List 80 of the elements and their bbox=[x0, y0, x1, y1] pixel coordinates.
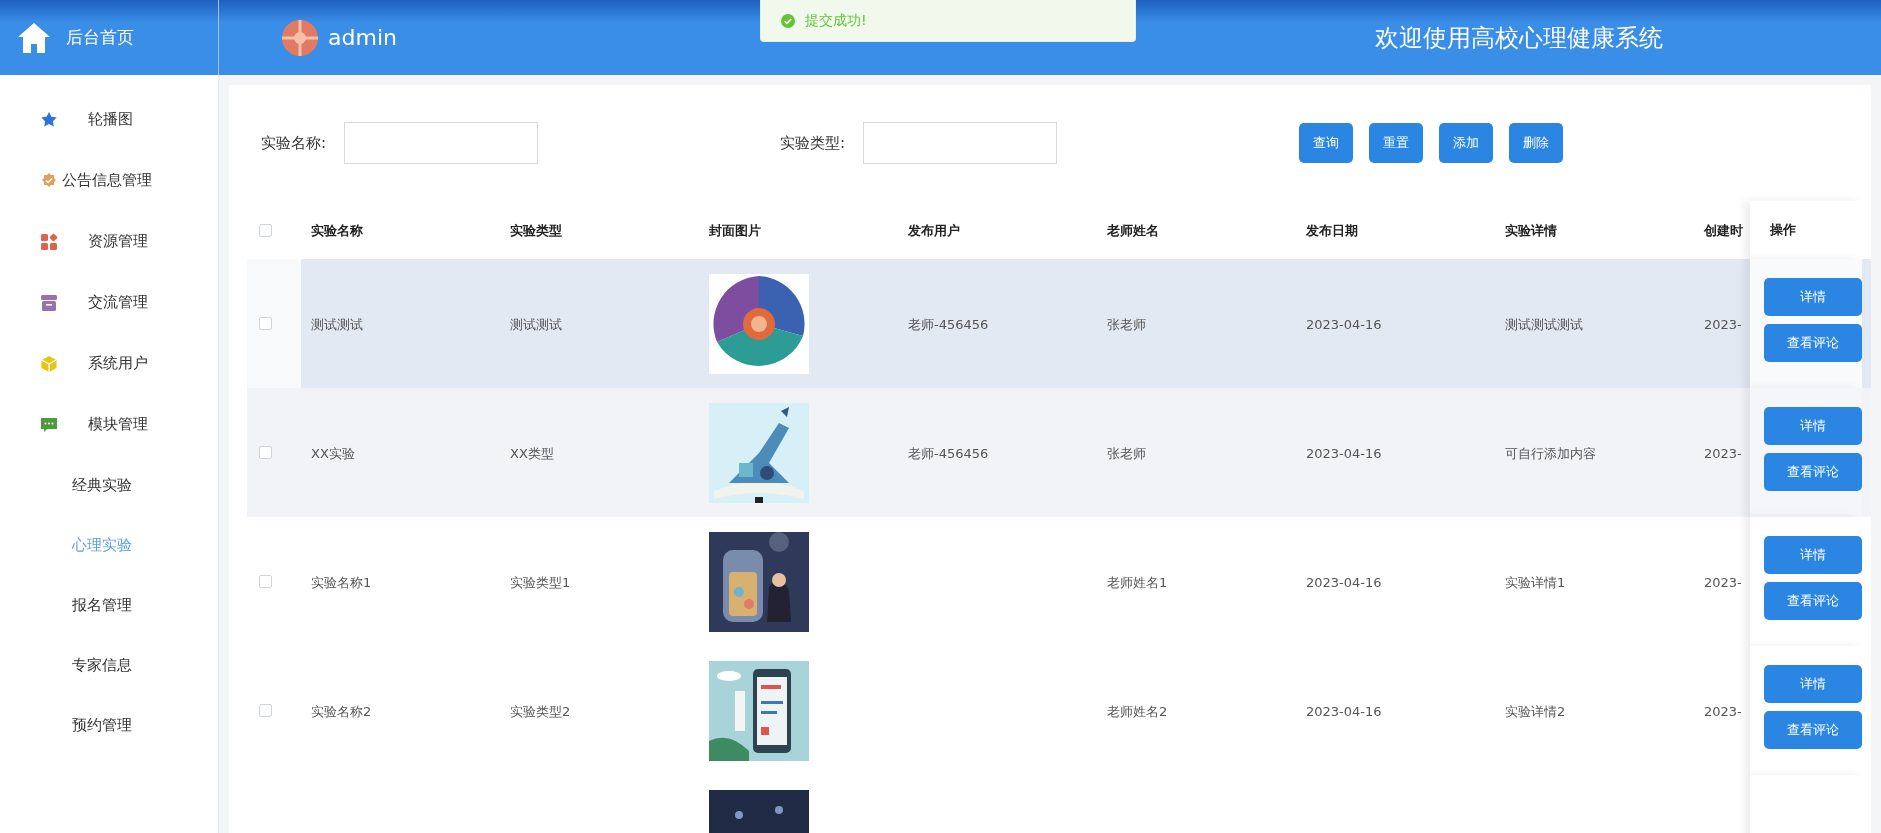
table-cell-text: XX实验 bbox=[310, 445, 355, 461]
table-cell-text: 实验详情1 bbox=[1504, 574, 1566, 590]
submenu-item[interactable]: 经典实验 bbox=[0, 455, 218, 515]
column-header: 老师姓名 bbox=[1106, 223, 1159, 238]
table-cell-text: 2023- bbox=[1703, 575, 1742, 590]
table-cell-text: 张老师 bbox=[1106, 316, 1146, 332]
column-header: 封面图片 bbox=[708, 223, 761, 238]
column-header: 实验名称 bbox=[310, 223, 363, 238]
table-cell-text: 老师-456456 bbox=[907, 445, 989, 461]
star-icon bbox=[40, 110, 58, 129]
check-icon bbox=[781, 13, 795, 28]
submenu-item[interactable]: 预约管理 bbox=[0, 695, 218, 755]
checkbox[interactable] bbox=[259, 575, 272, 588]
table-cell-text: 2023-04-16 bbox=[1305, 704, 1382, 719]
sidebar-item[interactable]: 轮播图 bbox=[0, 89, 218, 150]
badge-icon bbox=[40, 171, 58, 190]
column-header: 实验详情 bbox=[1504, 223, 1557, 238]
box-icon bbox=[40, 293, 58, 312]
table-cell-text: 测试测试 bbox=[310, 316, 363, 332]
details-button[interactable]: 详情 bbox=[1764, 277, 1862, 316]
toolbar-button[interactable]: 重置 bbox=[1369, 123, 1424, 163]
table-cell-text: 老师-456456 bbox=[907, 316, 989, 332]
column-header: 操作 bbox=[1769, 221, 1797, 239]
toolbar-button[interactable]: 添加 bbox=[1439, 123, 1494, 163]
chat-icon bbox=[40, 415, 58, 434]
table-cell-text: 实验类型1 bbox=[509, 574, 571, 590]
tiles-icon bbox=[40, 232, 58, 251]
cube-icon bbox=[40, 354, 58, 373]
table-cell-text: 测试测试 bbox=[509, 316, 562, 332]
details-button[interactable]: 详情 bbox=[1764, 535, 1862, 574]
column-header: 创建时 bbox=[1703, 223, 1743, 238]
comments-button[interactable]: 查看评论 bbox=[1764, 452, 1862, 491]
sidebar-item[interactable]: 模块管理 bbox=[0, 394, 218, 455]
sidebar-item[interactable]: 交流管理 bbox=[0, 272, 218, 333]
table-cell-text: 2023-04-16 bbox=[1305, 575, 1382, 590]
table-cell-text: 实验类型2 bbox=[509, 703, 571, 719]
checkbox[interactable] bbox=[259, 223, 272, 237]
table-cell-text: 老师姓名2 bbox=[1106, 703, 1168, 719]
submenu-item[interactable]: 专家信息 bbox=[0, 635, 218, 695]
comments-button[interactable]: 查看评论 bbox=[1764, 710, 1862, 749]
table-cell-text: 老师姓名1 bbox=[1106, 574, 1168, 590]
avatar-icon bbox=[282, 19, 318, 56]
checkbox[interactable] bbox=[259, 446, 272, 459]
submenu-item[interactable]: 报名管理 bbox=[0, 575, 218, 635]
sidebar-item[interactable]: 系统用户 bbox=[0, 333, 218, 394]
checkbox[interactable] bbox=[259, 704, 272, 717]
table-cell-text: 2023-04-16 bbox=[1305, 446, 1382, 461]
table-cell-text: 实验详情2 bbox=[1504, 703, 1566, 719]
field-label: 实验名称: bbox=[261, 133, 327, 153]
submenu-item[interactable]: 心理实验 bbox=[0, 515, 218, 575]
table-cell-text: 可自行添加内容 bbox=[1504, 445, 1596, 461]
sidebar-item[interactable]: 资源管理 bbox=[0, 211, 218, 272]
comments-button[interactable]: 查看评论 bbox=[1764, 581, 1862, 620]
table-cell-text: 2023-04-16 bbox=[1305, 317, 1382, 332]
table-cell-text: 实验名称1 bbox=[310, 574, 372, 590]
sidebar-item[interactable]: 公告信息管理 bbox=[0, 150, 218, 211]
input-field[interactable] bbox=[863, 122, 1058, 164]
toolbar-button[interactable]: 查询 bbox=[1299, 123, 1354, 163]
field-label: 实验类型: bbox=[780, 133, 846, 153]
toast-message: 提交成功! bbox=[805, 11, 867, 30]
column-header: 发布用户 bbox=[907, 223, 960, 238]
user-name: admin bbox=[328, 25, 397, 50]
home-link[interactable]: 后台首页 bbox=[66, 26, 134, 49]
toolbar-button[interactable]: 删除 bbox=[1509, 123, 1564, 163]
comments-button[interactable]: 查看评论 bbox=[1764, 323, 1862, 362]
home-icon[interactable] bbox=[16, 20, 52, 55]
table-cell-text: 实验名称2 bbox=[310, 703, 372, 719]
table-cell-text: XX类型 bbox=[509, 445, 554, 461]
table-cell-text: 测试测试测试 bbox=[1504, 316, 1583, 332]
system-title: 欢迎使用高校心理健康系统 bbox=[1375, 22, 1663, 54]
checkbox[interactable] bbox=[259, 317, 272, 330]
table-cell-text: 2023- bbox=[1703, 446, 1742, 461]
table-cell-text: 张老师 bbox=[1106, 445, 1146, 461]
input-field[interactable] bbox=[344, 122, 539, 164]
table-cell-text: 2023- bbox=[1703, 317, 1742, 332]
table-cell-text: 2023- bbox=[1703, 704, 1742, 719]
details-button[interactable]: 详情 bbox=[1764, 406, 1862, 445]
column-header: 实验类型 bbox=[509, 223, 562, 238]
details-button[interactable]: 详情 bbox=[1764, 664, 1862, 703]
column-header: 发布日期 bbox=[1305, 223, 1358, 238]
